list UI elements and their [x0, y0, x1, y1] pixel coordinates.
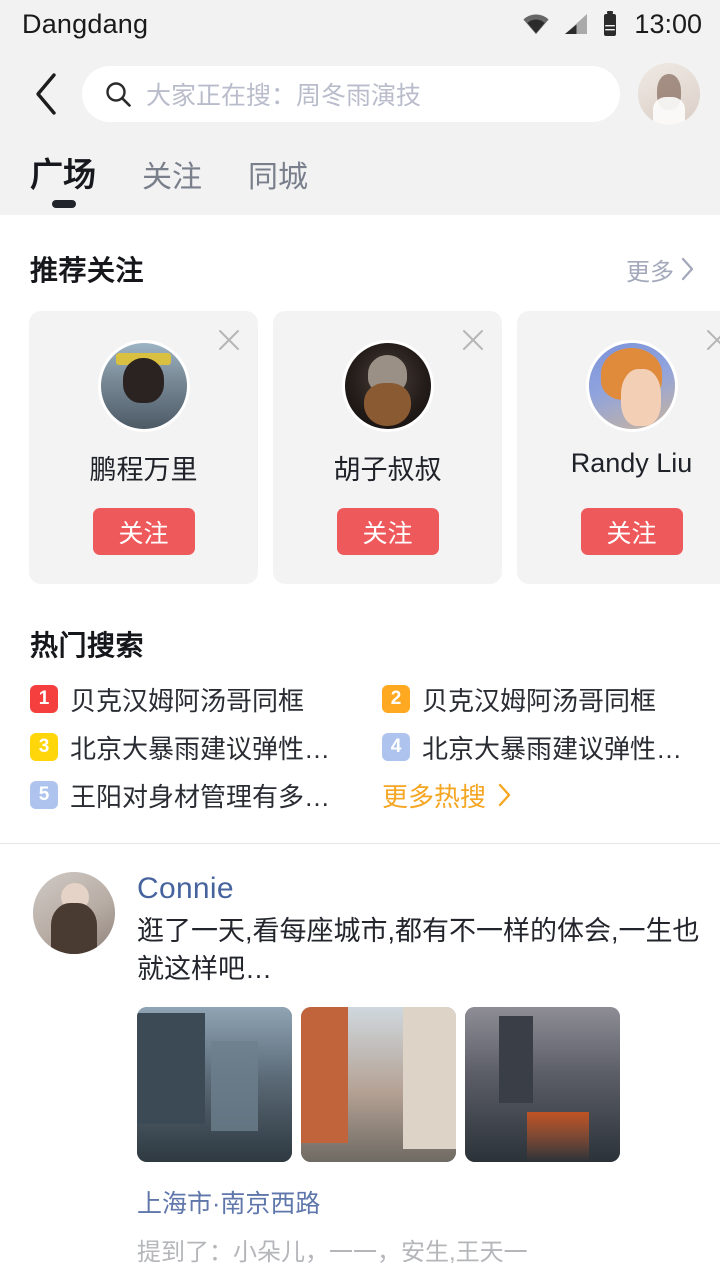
hot-search-item[interactable]: 2 贝克汉姆阿汤哥同框 [382, 680, 720, 718]
rank-badge: 3 [30, 733, 58, 761]
post-image[interactable] [301, 1006, 456, 1162]
hot-search-text: 贝克汉姆阿汤哥同框 [70, 685, 305, 716]
battery-icon [602, 11, 618, 37]
hot-search-text: 北京大暴雨建议弹性… [422, 733, 683, 764]
post-image[interactable] [137, 1006, 292, 1162]
recommend-card-list[interactable]: 鹏程万里 关注 胡子叔叔 关注 Randy Liu 关注 [0, 289, 720, 584]
photo-waterfront-skyline-icon [465, 1006, 620, 1162]
avatar-image [344, 343, 431, 429]
recommend-card-name: 鹏程万里 [89, 455, 198, 485]
recommend-card[interactable]: 胡子叔叔 关注 [273, 311, 502, 584]
search-row: 大家正在搜：周冬雨演技 [0, 48, 720, 140]
recommend-title: 推荐关注 [30, 255, 145, 286]
post-location[interactable]: 上海市·南京西路 [137, 1184, 700, 1220]
hot-search-item[interactable]: 5 王阳对身材管理有多… [30, 776, 382, 814]
avatar-image [33, 872, 115, 954]
recommend-follow-section: 推荐关注 更多 鹏程万里 关注 胡子叔叔 关注 Randy Liu 关注 [0, 215, 720, 584]
hot-search-header: 热门搜索 [0, 584, 720, 664]
avatar[interactable] [33, 872, 115, 954]
post-text: 逛了一天,看每座城市,都有不一样的体会,一生也就这样吧… [137, 916, 700, 985]
post-mentions: 提到了：小朵儿，一一，安生,王天一 [137, 1238, 528, 1266]
follow-button[interactable]: 关注 [580, 508, 683, 555]
post-image[interactable] [465, 1006, 620, 1162]
post-image-grid [137, 1006, 700, 1162]
status-clock: 13:00 [634, 8, 702, 39]
wifi-icon [522, 13, 550, 35]
hot-search-title: 热门搜索 [30, 630, 145, 661]
avatar[interactable] [97, 340, 190, 432]
chevron-left-icon [33, 72, 59, 116]
app-screen: Dangdang 13:00 大家正在搜：周冬雨演技 广场 关注 同城 推荐关注… [0, 0, 720, 1280]
profile-avatar[interactable] [638, 63, 700, 125]
hot-search-item[interactable]: 4 北京大暴雨建议弹性… [382, 728, 720, 766]
recommend-header: 推荐关注 更多 [0, 215, 720, 289]
photo-venice-canal-icon [301, 1006, 456, 1162]
rank-badge: 1 [30, 685, 58, 713]
status-bar: Dangdang 13:00 [0, 0, 720, 48]
hot-search-item[interactable]: 1 贝克汉姆阿汤哥同框 [30, 680, 382, 718]
rank-badge: 4 [382, 733, 410, 761]
avatar[interactable] [585, 340, 678, 432]
search-placeholder: 大家正在搜：周冬雨演技 [146, 82, 422, 110]
close-icon[interactable] [216, 327, 242, 353]
post-username[interactable]: Connie [137, 872, 700, 906]
post-body: Connie 逛了一天,看每座城市,都有不一样的体会,一生也就这样吧… 上海市·… [115, 872, 700, 1267]
follow-button[interactable]: 关注 [92, 508, 195, 555]
follow-button[interactable]: 关注 [336, 508, 439, 555]
avatar[interactable] [341, 340, 434, 432]
hot-search-section: 热门搜索 1 贝克汉姆阿汤哥同框 2 贝克汉姆阿汤哥同框 3 北京大暴雨建议弹性… [0, 584, 720, 814]
chevron-right-icon [681, 257, 694, 281]
search-icon [104, 80, 132, 108]
tab-same-city-label: 同城 [248, 161, 308, 194]
tab-following-label: 关注 [142, 161, 202, 194]
avatar-image [638, 63, 700, 125]
hot-search-text: 北京大暴雨建议弹性… [70, 733, 331, 764]
recommend-card-name: Randy Liu [570, 448, 693, 478]
back-button[interactable] [18, 66, 74, 122]
hot-search-text: 王阳对身材管理有多… [70, 781, 331, 812]
chevron-right-icon [498, 783, 511, 807]
tab-bar: 广场 关注 同城 [0, 140, 720, 212]
tab-following[interactable]: 关注 [142, 152, 202, 212]
tab-active-indicator [52, 200, 76, 208]
recommend-card-name: 胡子叔叔 [333, 455, 442, 485]
rank-badge: 2 [382, 685, 410, 713]
avatar-image [588, 343, 675, 429]
tab-plaza[interactable]: 广场 [30, 148, 96, 212]
feed-post[interactable]: Connie 逛了一天,看每座城市,都有不一样的体会,一生也就这样吧… 上海市·… [0, 844, 720, 1267]
signal-icon [563, 13, 589, 35]
recommend-card[interactable]: 鹏程万里 关注 [29, 311, 258, 584]
rank-badge: 5 [30, 781, 58, 809]
tab-plaza-label: 广场 [30, 156, 96, 193]
app-title: Dangdang [22, 8, 149, 39]
photo-city-street-icon [137, 1006, 292, 1162]
hot-search-text: 贝克汉姆阿汤哥同框 [422, 685, 657, 716]
hot-search-item[interactable]: 3 北京大暴雨建议弹性… [30, 728, 382, 766]
recommend-more-button[interactable]: 更多 [626, 252, 694, 287]
tab-same-city[interactable]: 同城 [248, 152, 308, 212]
more-hot-search-label: 更多热搜 [382, 781, 487, 812]
header-zone: Dangdang 13:00 大家正在搜：周冬雨演技 广场 关注 同城 [0, 0, 720, 215]
recommend-more-label: 更多 [626, 258, 674, 286]
avatar-image [100, 343, 187, 429]
status-indicators: 13:00 [522, 9, 702, 40]
hot-search-list: 1 贝克汉姆阿汤哥同框 2 贝克汉姆阿汤哥同框 3 北京大暴雨建议弹性… 4 北… [0, 664, 720, 814]
more-hot-search-button[interactable]: 更多热搜 [382, 776, 720, 814]
recommend-card[interactable]: Randy Liu 关注 [517, 311, 720, 584]
search-input[interactable]: 大家正在搜：周冬雨演技 [82, 66, 620, 122]
close-icon[interactable] [704, 327, 720, 353]
close-icon[interactable] [460, 327, 486, 353]
